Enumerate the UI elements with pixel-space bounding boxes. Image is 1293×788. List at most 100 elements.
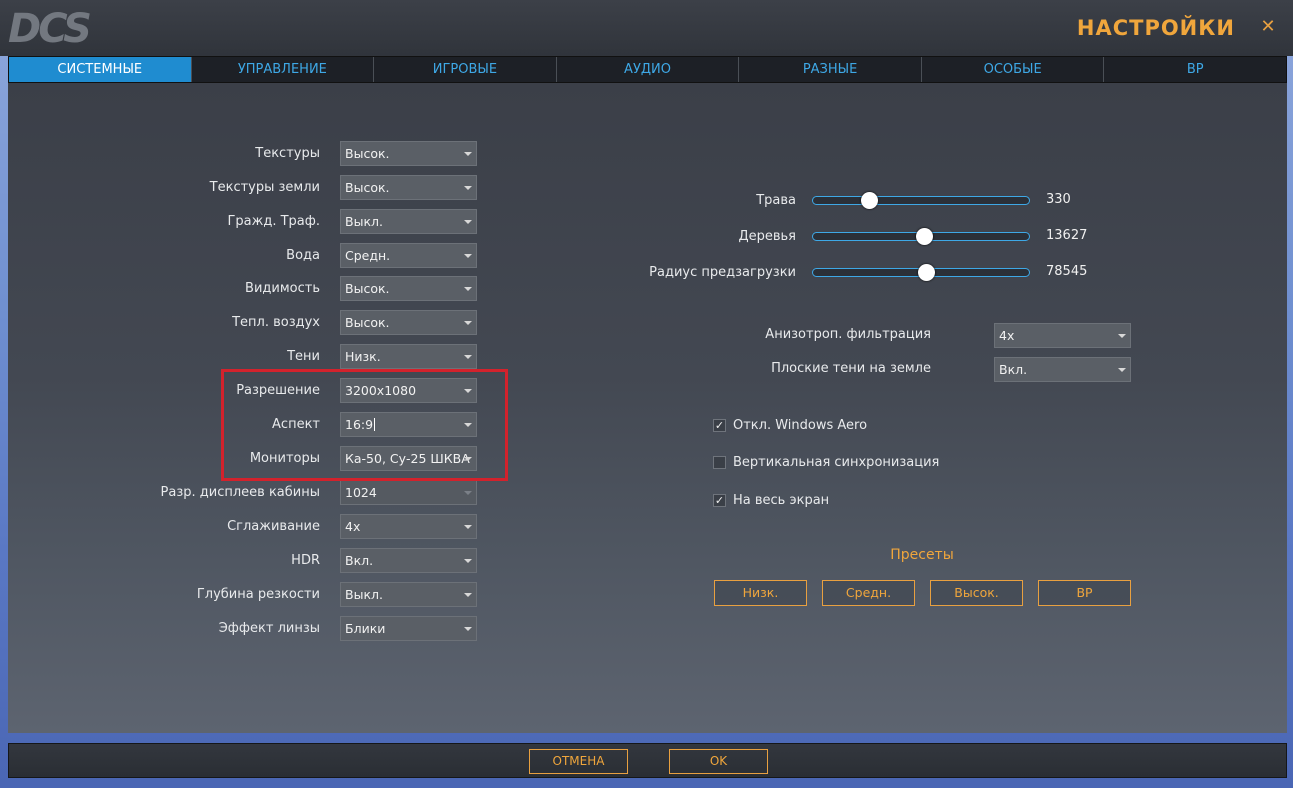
select-value: 4x bbox=[345, 519, 361, 534]
setting-row-lens-effects: Эффект линзы Блики bbox=[8, 616, 488, 642]
setting-label: Разр. дисплеев кабины bbox=[160, 485, 320, 500]
setting-label: Эффект линзы bbox=[218, 621, 320, 636]
slider-value: 13627 bbox=[1046, 228, 1088, 243]
heat-blur-select[interactable]: Высок. bbox=[340, 310, 477, 335]
settings-panel: Текстуры Высок. Текстуры земли Высок. Гр… bbox=[8, 83, 1287, 733]
tab-vr[interactable]: ВР bbox=[1104, 57, 1287, 82]
dropdown-arrow-icon bbox=[464, 593, 472, 597]
slider-thumb[interactable] bbox=[916, 228, 933, 245]
setting-row-hdr: HDR Вкл. bbox=[8, 548, 488, 574]
preset-low-button[interactable]: Низк. bbox=[714, 580, 807, 606]
select-value: Ка-50, Су-25 ШКВА bbox=[345, 451, 470, 466]
trees-slider[interactable] bbox=[812, 228, 1030, 245]
dropdown-arrow-icon bbox=[464, 627, 472, 631]
close-icon[interactable]: ✕ bbox=[1259, 18, 1277, 36]
slider-label-trees: Деревья bbox=[738, 229, 796, 244]
setting-row-textures: Текстуры Высок. bbox=[8, 141, 488, 167]
slider-label-preload-radius: Радиус предзагрузки bbox=[649, 265, 796, 280]
preset-high-button[interactable]: Высок. bbox=[930, 580, 1023, 606]
setting-row-dof: Глубина резкости Выкл. bbox=[8, 582, 488, 608]
select-value: Низк. bbox=[345, 349, 381, 364]
setting-row-water: Вода Средн. bbox=[8, 243, 488, 269]
tab-special[interactable]: ОСОБЫЕ bbox=[921, 57, 1105, 82]
select-value: Вкл. bbox=[999, 362, 1028, 377]
select-value: Высок. bbox=[345, 281, 390, 296]
dropdown-arrow-icon bbox=[464, 186, 472, 190]
terrain-textures-select[interactable]: Высок. bbox=[340, 175, 477, 200]
dcs-logo: DCS bbox=[8, 6, 92, 52]
civ-traffic-select[interactable]: Выкл. bbox=[340, 209, 477, 234]
dropdown-arrow-icon bbox=[1118, 368, 1126, 372]
msaa-select[interactable]: 4x bbox=[340, 514, 477, 539]
setting-row-resolution: Разрешение 3200x1080 bbox=[8, 378, 488, 404]
select-value: Высок. bbox=[345, 180, 390, 195]
select-value: Выкл. bbox=[345, 587, 383, 602]
select-value: Высок. bbox=[345, 146, 390, 161]
slider-thumb[interactable] bbox=[861, 192, 878, 209]
water-select[interactable]: Средн. bbox=[340, 243, 477, 268]
setting-label: Плоские тени на земле bbox=[771, 361, 931, 376]
tab-system[interactable]: СИСТЕМНЫЕ bbox=[9, 57, 192, 82]
slider-value: 330 bbox=[1046, 192, 1071, 207]
setting-label: Текстуры земли bbox=[209, 180, 320, 195]
grass-slider[interactable] bbox=[812, 192, 1030, 209]
hdr-select[interactable]: Вкл. bbox=[340, 548, 477, 573]
dropdown-arrow-icon bbox=[464, 423, 472, 427]
setting-label: HDR bbox=[291, 553, 320, 568]
preset-vr-button[interactable]: ВР bbox=[1038, 580, 1131, 606]
monitors-select[interactable]: Ка-50, Су-25 ШКВА bbox=[340, 446, 477, 471]
select-value: Вкл. bbox=[345, 553, 374, 568]
preload-radius-slider[interactable] bbox=[812, 264, 1030, 281]
flat-shadows-select[interactable]: Вкл. bbox=[994, 357, 1131, 382]
checkbox[interactable]: ✓ bbox=[713, 418, 726, 432]
checkbox-label: Вертикальная синхронизация bbox=[733, 454, 940, 470]
select-value: 16:9 bbox=[345, 417, 374, 432]
preset-medium-button[interactable]: Средн. bbox=[822, 580, 915, 606]
checkbox[interactable]: ✓ bbox=[713, 493, 726, 507]
tab-misc[interactable]: РАЗНЫЕ bbox=[739, 57, 922, 82]
select-value: Выкл. bbox=[345, 214, 383, 229]
select-value: Средн. bbox=[345, 248, 391, 263]
window-title: НАСТРОЙКИ bbox=[1076, 16, 1235, 40]
dropdown-arrow-icon bbox=[464, 287, 472, 291]
ok-button[interactable]: OK bbox=[669, 749, 768, 774]
textures-select[interactable]: Высок. bbox=[340, 141, 477, 166]
setting-row-cockpit-displays: Разр. дисплеев кабины 1024 bbox=[8, 480, 488, 506]
dropdown-arrow-icon bbox=[464, 321, 472, 325]
setting-row-terrain-textures: Текстуры земли Высок. bbox=[8, 175, 488, 201]
disable-aero-checkbox-row[interactable]: ✓ Откл. Windows Aero bbox=[713, 416, 867, 434]
tab-audio[interactable]: АУДИО bbox=[556, 57, 740, 82]
vsync-checkbox-row[interactable]: Вертикальная синхронизация bbox=[713, 453, 939, 471]
anisotropic-filter-select[interactable]: 4x bbox=[994, 323, 1131, 348]
resolution-select[interactable]: 3200x1080 bbox=[340, 378, 477, 403]
dropdown-arrow-icon bbox=[464, 389, 472, 393]
select-value: Блики bbox=[345, 621, 386, 636]
setting-label: Видимость bbox=[245, 281, 320, 296]
aspect-input[interactable]: 16:9 bbox=[340, 412, 477, 437]
tab-gameplay[interactable]: ИГРОВЫЕ bbox=[374, 57, 557, 82]
tab-bar: СИСТЕМНЫЕ УПРАВЛЕНИЕ ИГРОВЫЕ АУДИО РАЗНЫ… bbox=[8, 56, 1287, 83]
lens-effects-select[interactable]: Блики bbox=[340, 616, 477, 641]
fullscreen-checkbox-row[interactable]: ✓ На весь экран bbox=[713, 491, 829, 509]
cockpit-displays-select[interactable]: 1024 bbox=[340, 480, 477, 505]
slider-thumb[interactable] bbox=[918, 264, 935, 281]
setting-label: Мониторы bbox=[249, 451, 320, 466]
select-value: 1024 bbox=[345, 485, 377, 500]
setting-row-heat-blur: Тепл. воздух Высок. bbox=[8, 310, 488, 336]
dropdown-arrow-icon bbox=[464, 152, 472, 156]
dof-select[interactable]: Выкл. bbox=[340, 582, 477, 607]
tab-controls[interactable]: УПРАВЛЕНИЕ bbox=[191, 57, 375, 82]
setting-label: Глубина резкости bbox=[196, 587, 320, 602]
dropdown-arrow-icon bbox=[464, 254, 472, 258]
setting-row-monitors: Мониторы Ка-50, Су-25 ШКВА bbox=[8, 446, 488, 472]
visibility-select[interactable]: Высок. bbox=[340, 276, 477, 301]
select-value: 4x bbox=[999, 328, 1015, 343]
checkbox[interactable] bbox=[713, 455, 726, 469]
dropdown-arrow-icon bbox=[464, 559, 472, 563]
shadows-select[interactable]: Низк. bbox=[340, 344, 477, 369]
select-value: Высок. bbox=[345, 315, 390, 330]
setting-label: Разрешение bbox=[236, 383, 320, 398]
setting-row-msaa: Сглаживание 4x bbox=[8, 514, 488, 540]
cancel-button[interactable]: ОТМЕНА bbox=[529, 749, 628, 774]
footer-bar: ОТМЕНА OK bbox=[8, 743, 1287, 778]
